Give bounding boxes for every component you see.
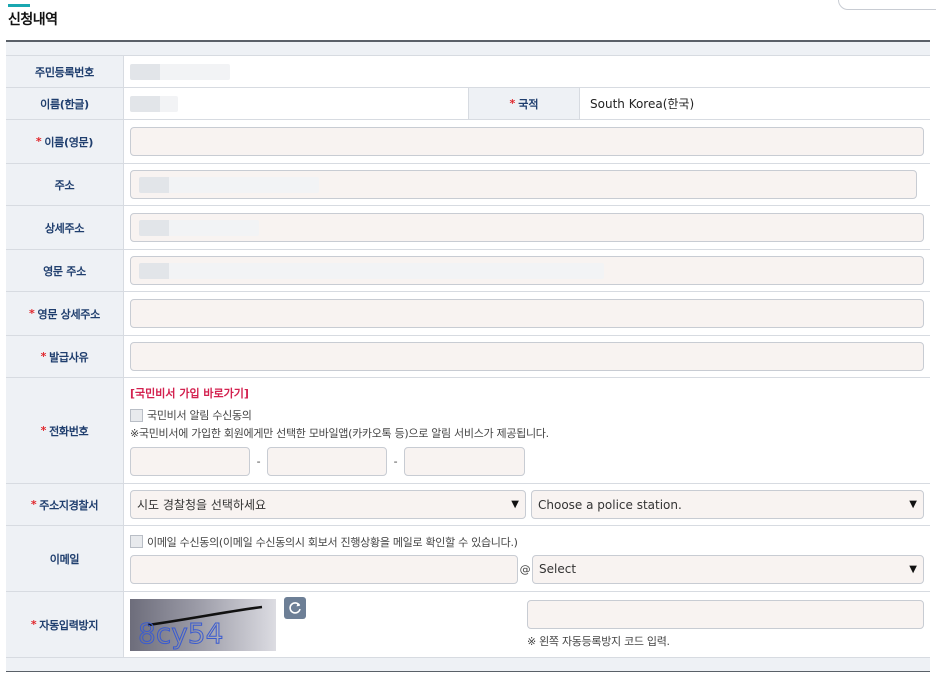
national-secretary-join-link[interactable]: [국민비서 가입 바로가기] [130,385,249,401]
row-name-en: * 이름(영문) [6,120,930,164]
captcha-image: 8cy54 [130,598,276,651]
address-detail-input[interactable] [130,213,924,242]
phone-label: * 전화번호 [6,378,124,483]
rrn-label: 주민등록번호 [6,56,124,87]
table-bottom-band [6,658,930,672]
row-phone: * 전화번호 [국민비서 가입 바로가기] 국민비서 알림 수신동의 ※국민비서에… [6,378,930,484]
chevron-down-icon: ▼ [511,499,519,510]
address-en-label: 영문 주소 [6,250,124,291]
email-consent-checkbox[interactable] [130,535,143,548]
name-kr-label: 이름(한글) [6,88,124,119]
row-rrn: 주민등록번호 [6,56,930,88]
captcha-text: 8cy54 [138,617,223,650]
captcha-note: ※ 왼쪽 자동등록방지 코드 입력. [527,635,670,648]
captcha-input[interactable] [527,600,924,629]
phone-input-3[interactable] [404,447,525,476]
email-at-sign: @ [519,562,531,576]
application-form-table: 주민등록번호 이름(한글) * 국적 South Korea(한국) * 이름(영문… [6,40,930,672]
address-input[interactable] [130,170,917,199]
name-kr-masked-value [130,95,178,112]
rrn-masked-value [130,63,230,80]
row-reason: * 발급사유 [6,336,930,378]
address-en-masked-value [139,262,604,279]
police-station-select[interactable]: Choose a police station. ▼ [531,490,924,519]
email-id-input[interactable] [130,554,518,584]
phone-consent-checkbox[interactable] [130,408,143,422]
police-station-selected: Choose a police station. [538,497,682,512]
page-title: 신청내역 [8,12,58,28]
reason-label: * 발급사유 [6,336,124,377]
row-address-en: 영문 주소 [6,250,930,292]
police-label: * 주소지경찰서 [6,484,124,525]
table-top-band [6,42,930,56]
address-detail-masked-value [139,219,259,236]
row-email: 이메일 이메일 수신동의(이메일 수신동의시 회보서 진행상황을 메일로 확인할… [6,526,930,592]
row-address-en-detail: * 영문 상세주소 [6,292,930,336]
chevron-down-icon: ▼ [909,499,917,510]
phone-notice: ※국민비서에 가입한 회원에게만 선택한 모바일앱(카카오톡 등)으로 알림 서… [130,427,549,440]
address-masked-value [139,176,319,193]
top-right-button[interactable] [838,0,936,10]
title-accent-bar [8,4,30,7]
phone-consent: 국민비서 알림 수신동의 [130,407,252,423]
captcha-refresh-button[interactable] [284,597,306,619]
email-consent-label: 이메일 수신동의(이메일 수신동의시 회보서 진행상황을 메일로 확인할 수 있… [147,535,518,549]
row-captcha: * 자동입력방지 8cy54 ※ 왼쪽 자동등록방지 코드 입력. [6,592,930,658]
province-police-selected: 시도 경찰청을 선택하세요 [137,498,267,512]
phone-consent-label: 국민비서 알림 수신동의 [147,409,252,422]
email-inputs: @ Select ▼ [130,554,924,584]
phone-input-1[interactable] [130,447,250,476]
email-domain-selected: Select [539,562,577,576]
row-name-kr: 이름(한글) * 국적 South Korea(한국) [6,88,930,120]
phone-input-2[interactable] [267,447,387,476]
email-consent: 이메일 수신동의(이메일 수신동의시 회보서 진행상황을 메일로 확인할 수 있… [130,534,518,550]
row-police: * 주소지경찰서 시도 경찰청을 선택하세요 ▼ Choose a police … [6,484,930,526]
address-label: 주소 [6,164,124,205]
phone-inputs: - - [130,447,525,476]
reason-input[interactable] [130,342,924,371]
address-en-input[interactable] [130,256,924,285]
address-en-detail-input[interactable] [130,299,924,328]
captcha-label: * 자동입력방지 [6,592,124,657]
address-detail-label: 상세주소 [6,206,124,249]
captcha-input-group: ※ 왼쪽 자동등록방지 코드 입력. [527,600,924,649]
refresh-icon [289,602,301,614]
row-address: 주소 [6,164,930,206]
name-en-label: * 이름(영문) [6,120,124,163]
nationality-value: South Korea(한국) [590,97,695,111]
email-domain-select[interactable]: Select ▼ [532,554,924,584]
province-police-select[interactable]: 시도 경찰청을 선택하세요 ▼ [130,490,526,519]
name-en-input[interactable] [130,127,924,156]
chevron-down-icon: ▼ [909,563,917,575]
address-en-detail-label: * 영문 상세주소 [6,292,124,335]
row-address-detail: 상세주소 [6,206,930,250]
email-label: 이메일 [6,526,124,591]
nationality-label: * 국적 [468,88,580,119]
